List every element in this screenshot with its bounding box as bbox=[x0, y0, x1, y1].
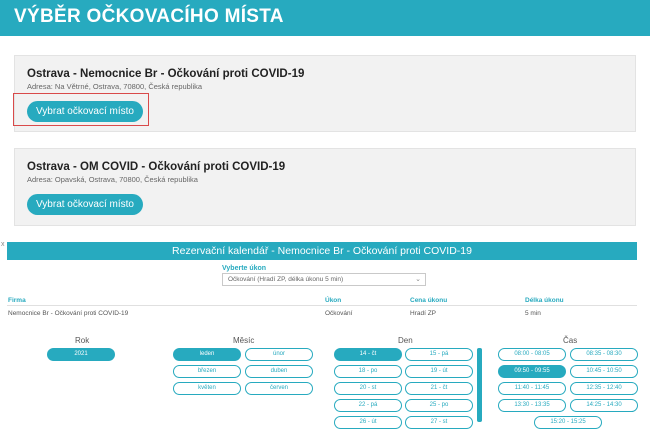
page-title: VÝBĚR OČKOVACÍHO MÍSTA bbox=[14, 6, 284, 27]
table-cell: 5 min bbox=[525, 310, 541, 317]
table-cell: Očkování bbox=[325, 310, 353, 317]
table-header-firm: Firma bbox=[8, 297, 26, 304]
month-option[interactable]: červen bbox=[245, 382, 313, 395]
year-option[interactable]: 2021 bbox=[47, 348, 115, 361]
time-option[interactable]: 09:50 - 09:55 bbox=[498, 365, 566, 378]
month-option[interactable]: leden bbox=[173, 348, 241, 361]
month-option[interactable]: březen bbox=[173, 365, 241, 378]
day-option[interactable]: 18 - po bbox=[334, 365, 402, 378]
location-title: Ostrava - OM COVID - Očkování proti COVI… bbox=[27, 161, 286, 173]
table-cell: Hradí ZP bbox=[410, 310, 437, 317]
month-option[interactable]: duben bbox=[245, 365, 313, 378]
table-header-price: Cena úkonu bbox=[410, 297, 448, 304]
time-option[interactable]: 08:35 - 08:30 bbox=[570, 348, 638, 361]
day-option[interactable]: 27 - st bbox=[405, 416, 473, 429]
service-select[interactable]: Očkování (Hradí ZP, délka úkonu 5 min) ⌄ bbox=[222, 273, 426, 286]
location-title: Ostrava - Nemocnice Br - Očkování proti … bbox=[27, 68, 305, 80]
table-cell: Nemocnice Br - Očkování proti COVID-19 bbox=[8, 310, 129, 317]
table-header-service: Úkon bbox=[325, 297, 342, 304]
month-option[interactable]: květen bbox=[173, 382, 241, 395]
location-card: Ostrava - OM COVID - Očkování proti COVI… bbox=[14, 148, 636, 226]
chevron-down-icon: ⌄ bbox=[415, 276, 421, 283]
day-option[interactable]: 25 - po bbox=[405, 399, 473, 412]
table-divider bbox=[7, 305, 637, 306]
page-header: VÝBĚR OČKOVACÍHO MÍSTA bbox=[0, 0, 650, 36]
year-label: Rok bbox=[75, 336, 90, 345]
day-option[interactable]: 20 - st bbox=[334, 382, 402, 395]
select-label: Vyberte úkon bbox=[222, 265, 267, 272]
day-option[interactable]: 19 - út bbox=[405, 365, 473, 378]
highlight-frame bbox=[13, 93, 149, 126]
service-select-value: Očkování (Hradí ZP, délka úkonu 5 min) bbox=[228, 276, 344, 283]
time-option[interactable]: 15:20 - 15:25 bbox=[534, 416, 602, 429]
day-option[interactable]: 22 - pá bbox=[334, 399, 402, 412]
day-option[interactable]: 15 - pá bbox=[405, 348, 473, 361]
time-option[interactable]: 11:40 - 11:45 bbox=[498, 382, 566, 395]
location-address: Adresa: Na Větrné, Ostrava, 70800, Česká… bbox=[27, 82, 203, 91]
month-label: Měsíc bbox=[233, 336, 255, 345]
location-address: Adresa: Opavská, Ostrava, 70800, Česká r… bbox=[27, 175, 198, 184]
time-option[interactable]: 12:35 - 12:40 bbox=[570, 382, 638, 395]
day-option[interactable]: 26 - út bbox=[334, 416, 402, 429]
month-option[interactable]: únor bbox=[245, 348, 313, 361]
time-option[interactable]: 14:25 - 14:30 bbox=[570, 399, 638, 412]
day-option[interactable]: 14 - čt bbox=[334, 348, 402, 361]
calendar-title: Rezervační kalendář - Nemocnice Br - Očk… bbox=[7, 242, 637, 260]
day-option[interactable]: 21 - čt bbox=[405, 382, 473, 395]
close-icon[interactable]: x bbox=[1, 241, 5, 248]
time-option[interactable]: 10:45 - 10:50 bbox=[570, 365, 638, 378]
time-option[interactable]: 08:00 - 08:05 bbox=[498, 348, 566, 361]
day-label: Den bbox=[398, 336, 413, 345]
day-scrollbar-thumb[interactable] bbox=[477, 348, 482, 422]
time-label: Čas bbox=[563, 336, 578, 345]
time-option[interactable]: 13:30 - 13:35 bbox=[498, 399, 566, 412]
select-location-button[interactable]: Vybrat očkovací místo bbox=[27, 194, 143, 215]
table-header-duration: Délka úkonu bbox=[525, 297, 564, 304]
